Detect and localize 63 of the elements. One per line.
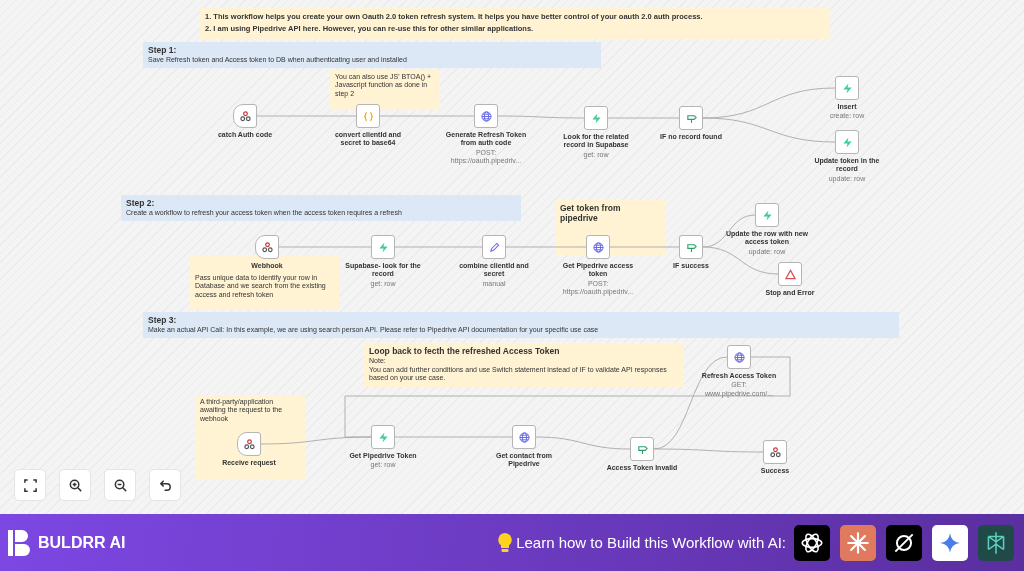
knot-logo-button[interactable] xyxy=(794,524,830,561)
workflow-node[interactable] xyxy=(482,235,506,259)
workflow-node[interactable] xyxy=(835,76,859,100)
webhook-icon xyxy=(769,446,781,458)
fit-view-icon xyxy=(22,477,38,493)
zoom-out-button[interactable] xyxy=(104,469,136,501)
lattice-logo-button[interactable] xyxy=(978,524,1014,561)
signpost-icon xyxy=(685,112,697,124)
globe-icon xyxy=(518,431,530,443)
workflow-node[interactable] xyxy=(356,104,380,128)
zoom-in-icon xyxy=(67,477,83,493)
signpost-icon xyxy=(636,443,648,455)
note-title: Step 3: xyxy=(148,315,178,326)
brand-name: BULDRR AI xyxy=(38,533,126,552)
connector-line xyxy=(609,246,680,248)
workflow-node[interactable] xyxy=(371,425,395,449)
globe-icon xyxy=(733,351,745,363)
webhook-icon xyxy=(239,110,251,122)
pencil-icon xyxy=(488,241,500,253)
braces-icon xyxy=(362,110,374,122)
note-title: Get token from pipedrive xyxy=(560,203,622,224)
workflow-node[interactable] xyxy=(237,432,261,456)
lightning-icon xyxy=(841,136,853,148)
slashed-circle-logo-button[interactable] xyxy=(886,524,922,561)
workflow-node[interactable] xyxy=(586,235,610,259)
globe-icon xyxy=(592,241,604,253)
starburst-icon xyxy=(845,529,871,556)
fit-button[interactable] xyxy=(14,469,46,501)
starburst-logo-button[interactable] xyxy=(840,524,876,561)
zoom-out-icon xyxy=(112,477,128,493)
lightning-icon xyxy=(761,209,773,221)
workflow-node[interactable] xyxy=(233,104,257,128)
workflow-node[interactable] xyxy=(630,437,654,461)
workflow-node[interactable] xyxy=(778,262,802,286)
undo-button[interactable] xyxy=(149,469,181,501)
note-title: Step 2: xyxy=(126,198,156,209)
lightning-icon xyxy=(841,82,853,94)
lightbulb-icon xyxy=(498,532,513,553)
note-title: Loop back to fecth the refreshed Access Token xyxy=(369,346,561,357)
webhook-icon xyxy=(261,241,273,253)
workflow-node[interactable] xyxy=(371,235,395,259)
workflow-node[interactable] xyxy=(755,203,779,227)
lightning-icon xyxy=(377,431,389,443)
webhook-icon xyxy=(243,438,255,450)
globe-icon xyxy=(480,110,492,122)
logo-icon xyxy=(8,529,32,556)
lightning-icon xyxy=(590,112,602,124)
workflow-node[interactable] xyxy=(584,106,608,130)
note-title: Step 1: xyxy=(148,45,178,56)
lightning-icon xyxy=(377,241,389,253)
workflow-node[interactable] xyxy=(474,104,498,128)
workflow-node[interactable] xyxy=(763,440,787,464)
sparkle-logo-button[interactable] xyxy=(932,524,968,561)
cta-text: Learn how to Build this Workflow with AI: xyxy=(516,534,786,551)
workflow-node[interactable] xyxy=(255,235,279,259)
warning-triangle-icon xyxy=(784,268,796,280)
workflow-node[interactable] xyxy=(512,425,536,449)
workflow-node[interactable] xyxy=(727,345,751,369)
workflow-node[interactable] xyxy=(679,235,703,259)
zoom-in-button[interactable] xyxy=(59,469,91,501)
workflow-node[interactable] xyxy=(835,130,859,154)
workflow-node[interactable] xyxy=(679,106,703,130)
signpost-icon xyxy=(685,241,697,253)
